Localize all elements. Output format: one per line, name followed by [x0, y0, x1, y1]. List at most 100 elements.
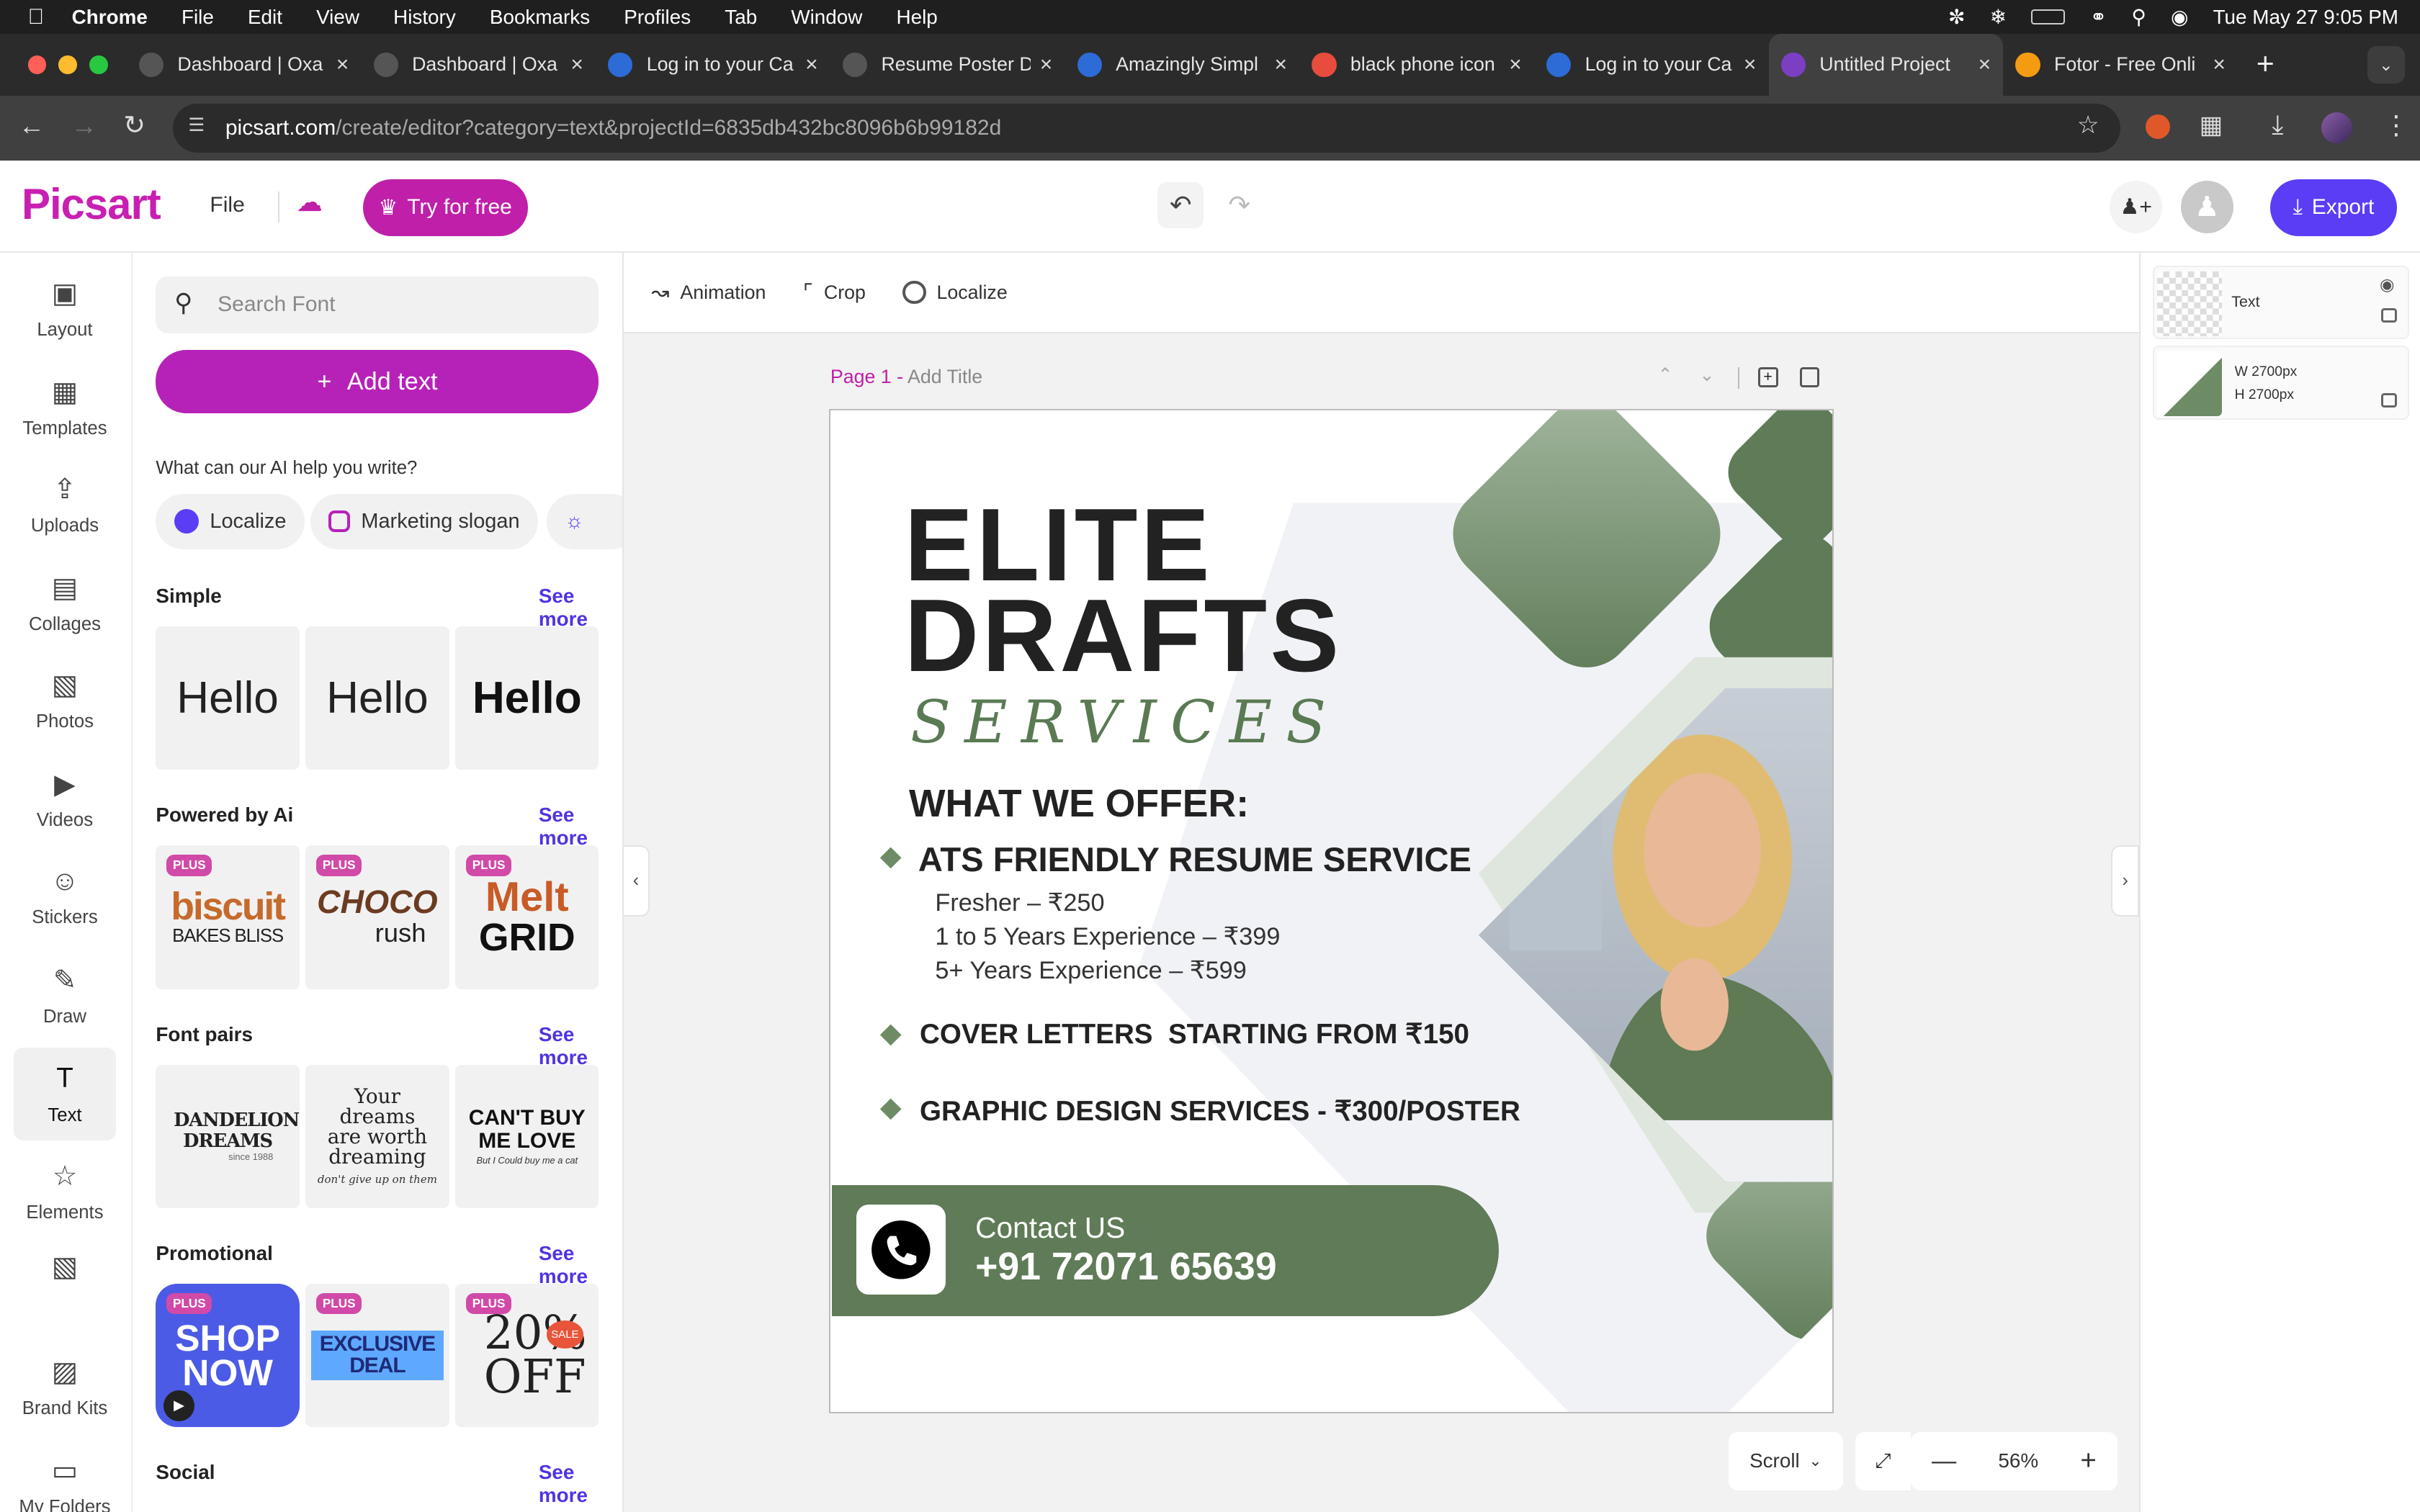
ai-card-choco[interactable]: PLUS CHOCO rush [305, 845, 449, 989]
rail-layout[interactable]: ▣ Layout [14, 262, 115, 355]
rail-draw[interactable]: ✎ Draw [14, 949, 115, 1042]
search-font-input[interactable]: ⚲ Search Font [156, 276, 599, 333]
user-avatar[interactable]: ♟ [2180, 180, 2233, 233]
cloud-sync-icon[interactable]: ☁ [296, 186, 322, 217]
ai-card-biscuit[interactable]: PLUS biscuit BAKES BLISS [156, 845, 300, 989]
simple-card-bold[interactable]: Hello [455, 626, 599, 770]
lock-icon[interactable] [2381, 393, 2397, 408]
redo-button[interactable]: ↷ [1216, 182, 1263, 228]
browser-tab[interactable]: black phone icon × [1299, 34, 1534, 96]
see-more-font-pairs[interactable]: See more [539, 1023, 622, 1069]
simple-card-regular[interactable]: Hello [305, 626, 449, 770]
layer-text[interactable]: Text ◉ [2153, 265, 2409, 340]
duplicate-page-icon[interactable] [1799, 366, 1820, 387]
menu-app-name[interactable]: Chrome [72, 6, 148, 29]
try-for-free-button[interactable]: ♛ Try for free [362, 179, 528, 236]
minimize-window-button[interactable] [58, 55, 78, 74]
more-menu-icon[interactable]: ⋮ [2383, 109, 2409, 140]
close-tab-icon[interactable]: × [2213, 53, 2226, 77]
menu-help[interactable]: Help [897, 6, 938, 29]
play-icon[interactable]: ▶ [163, 1390, 194, 1421]
price-1-5-years[interactable]: 1 to 5 Years Experience – ₹399 [935, 922, 1280, 951]
control-center-icon[interactable]: ◉ [2171, 5, 2188, 29]
menu-file[interactable]: File [182, 6, 214, 29]
new-tab-button[interactable]: + [2257, 47, 2275, 82]
poster-canvas[interactable]: ELITE DRAFTS SERVICES WHAT WE OFFER: ATS… [828, 408, 1834, 1413]
localize-button[interactable]: Localize [902, 281, 1008, 305]
contact-label[interactable]: Contact US [975, 1211, 1125, 1245]
poster-title-services[interactable]: SERVICES [910, 688, 1340, 757]
close-tab-icon[interactable]: × [1744, 53, 1757, 77]
offer-heading[interactable]: WHAT WE OFFER: [909, 782, 1249, 826]
contact-phone[interactable]: +91 72071 65639 [975, 1245, 1277, 1289]
see-more-promotional[interactable]: See more [539, 1242, 622, 1288]
apple-icon[interactable]:  [28, 5, 45, 30]
font-pair-cant-buy[interactable]: CAN'T BUY ME LOVE But I Could buy me a c… [455, 1064, 599, 1208]
close-tab-icon[interactable]: × [1275, 53, 1288, 77]
browser-tab[interactable]: Amazingly Simpl × [1065, 34, 1299, 96]
add-page-icon[interactable]: + [1757, 366, 1778, 387]
link-icon[interactable]: ⚭ [2090, 5, 2107, 29]
extensions-icon[interactable]: ▦ [2200, 111, 2223, 140]
rail-uploads[interactable]: ⇪ Uploads [14, 458, 115, 551]
zoom-level[interactable]: 56% [1998, 1449, 2038, 1472]
rail-photos[interactable]: ▧ Photos [14, 654, 115, 747]
price-5plus-years[interactable]: 5+ Years Experience – ₹599 [935, 956, 1246, 985]
maximize-window-button[interactable] [89, 55, 108, 74]
browser-tab[interactable]: Dashboard | Oxa × [127, 34, 362, 96]
browser-tab[interactable]: Resume Poster D × [830, 34, 1065, 96]
ai-card-melt[interactable]: PLUS Melt GRID [455, 845, 599, 989]
rail-templates[interactable]: ▦ Templates [14, 361, 115, 454]
file-menu[interactable]: File [210, 193, 244, 217]
add-title-placeholder[interactable]: Add Title [908, 366, 982, 387]
promo-20-off[interactable]: PLUS 20% OFF SALE [455, 1283, 599, 1428]
page-down-icon[interactable]: ⌄ [1699, 364, 1715, 386]
address-bar[interactable]: ☰ picsart.com/create/editor?category=tex… [173, 103, 2121, 153]
promo-exclusive-deal[interactable]: PLUS EXCLUSIVE DEAL [305, 1283, 449, 1428]
zoom-out-button[interactable]: — [1932, 1447, 1956, 1475]
woman-photo[interactable] [1448, 657, 1834, 1212]
see-more-ai[interactable]: See more [539, 804, 622, 850]
undo-button[interactable]: ↶ [1157, 181, 1204, 229]
service-resume[interactable]: ATS FRIENDLY RESUME SERVICE [918, 840, 1471, 879]
chip-localize[interactable]: Localize [156, 493, 305, 549]
site-info-icon[interactable]: ☰ [188, 114, 205, 136]
layer-poster[interactable]: W 2700px H 2700px [2153, 345, 2409, 420]
service-graphic-design[interactable]: GRAPHIC DESIGN SERVICES - ₹300/POSTER [920, 1095, 1520, 1128]
browser-tab[interactable]: Log in to your Ca × [596, 34, 830, 96]
collapse-right-panel[interactable]: › [2111, 845, 2139, 917]
rail-my-folders[interactable]: ▭ My Folders [14, 1439, 115, 1512]
fit-screen-button[interactable]: ⤢ [1855, 1431, 1911, 1490]
tab-search-icon[interactable]: ⌄ [2367, 46, 2405, 84]
reload-icon[interactable]: ↻ [123, 109, 145, 140]
extension-fox-icon[interactable] [2145, 114, 2170, 139]
close-tab-icon[interactable]: × [1040, 53, 1053, 77]
rail-background-icon[interactable]: ▧ [14, 1243, 115, 1290]
rail-collages[interactable]: ▤ Collages [14, 557, 115, 650]
close-tab-icon[interactable]: × [805, 53, 818, 77]
eye-icon[interactable]: ◉ [2380, 274, 2395, 294]
price-fresher[interactable]: Fresher – ₹250 [935, 888, 1104, 917]
close-tab-icon[interactable]: × [1978, 53, 1991, 77]
menu-window[interactable]: Window [791, 6, 862, 29]
page-up-icon[interactable]: ⌃ [1657, 364, 1673, 386]
lock-icon[interactable] [2381, 308, 2397, 323]
menu-edit[interactable]: Edit [248, 6, 282, 29]
menu-history[interactable]: History [393, 6, 456, 29]
bookmark-star-icon[interactable]: ☆ [2077, 111, 2099, 140]
close-tab-icon[interactable]: × [570, 53, 583, 77]
collapse-left-panel[interactable]: ‹ [622, 845, 650, 917]
menubar-clock[interactable]: Tue May 27 9:05 PM [2213, 6, 2398, 29]
rail-stickers[interactable]: ☺ Stickers [14, 850, 115, 943]
export-button[interactable]: ⤓ Export [2270, 179, 2397, 236]
close-tab-icon[interactable]: × [1509, 53, 1522, 77]
see-more-social[interactable]: See more [539, 1461, 622, 1507]
picsart-logo[interactable]: Picsart [22, 179, 161, 229]
browser-tab[interactable]: Untitled Project × [1768, 34, 2004, 96]
openai-icon[interactable]: ✼ [1948, 5, 1965, 29]
simple-card-light[interactable]: Hello [156, 626, 300, 770]
animation-button[interactable]: ↝ Animation [651, 280, 766, 305]
profile-avatar[interactable] [2321, 112, 2352, 144]
promo-shop-now[interactable]: PLUS SHOP NOW ▶ [156, 1283, 300, 1428]
scroll-mode-select[interactable]: Scroll ⌄ [1728, 1431, 1843, 1490]
